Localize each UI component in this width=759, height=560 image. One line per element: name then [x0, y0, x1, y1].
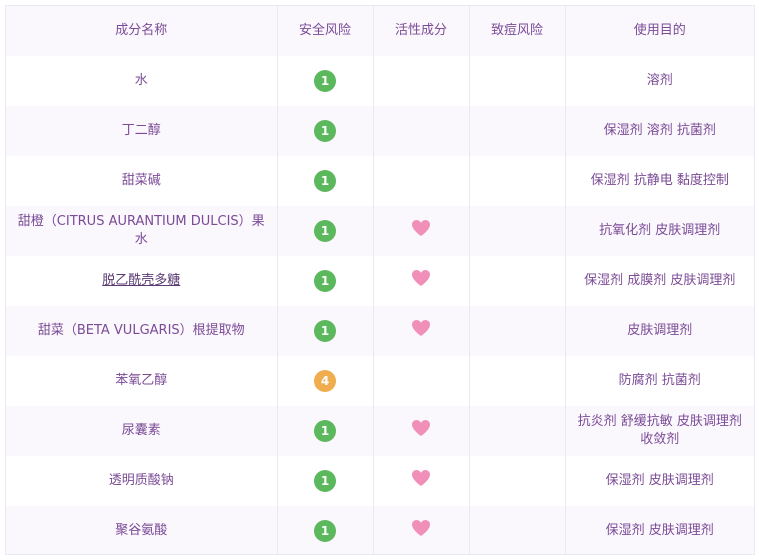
- header-row: 成分名称 安全风险 活性成分 致痘风险 使用目的: [6, 6, 754, 56]
- heart-icon: [411, 469, 431, 487]
- safety-risk-cell: 1: [276, 306, 373, 356]
- heart-icon: [411, 519, 431, 537]
- acne-risk-cell: [468, 56, 565, 106]
- table-row: 脱乙酰壳多糖 1 保湿剂 成膜剂 皮肤调理剂: [6, 256, 754, 306]
- safety-risk-badge: 1: [314, 70, 336, 92]
- safety-risk-badge: 1: [314, 170, 336, 192]
- acne-risk-cell: [468, 456, 565, 506]
- header-safety-risk: 安全风险: [276, 6, 373, 56]
- ingredient-name-cell: 丁二醇: [6, 106, 277, 156]
- heart-icon: [411, 269, 431, 287]
- safety-risk-cell: 1: [276, 156, 373, 206]
- table-body: 水 1 溶剂 丁二醇 1 保湿剂 溶剂 抗菌剂 甜菜碱 1 保湿剂 抗静电 黏度控制 甜橙（CIT…: [6, 56, 754, 554]
- ingredient-name-cell: 尿囊素: [6, 406, 277, 456]
- purpose-cell: 保湿剂 皮肤调理剂: [564, 456, 754, 506]
- table-row: 水 1 溶剂: [6, 56, 754, 106]
- safety-risk-cell: 1: [276, 206, 373, 256]
- safety-risk-badge: 1: [314, 420, 336, 442]
- safety-risk-cell: 1: [276, 456, 373, 506]
- ingredient-name: 尿囊素: [121, 423, 161, 438]
- acne-risk-cell: [468, 256, 565, 306]
- table-row: 透明质酸钠 1 保湿剂 皮肤调理剂: [6, 456, 754, 506]
- ingredient-name-cell: 甜菜碱: [6, 156, 277, 206]
- purpose-cell: 保湿剂 溶剂 抗菌剂: [564, 106, 754, 156]
- safety-risk-cell: 1: [276, 406, 373, 456]
- ingredient-name-cell: 水: [6, 56, 277, 106]
- table-header: 成分名称 安全风险 活性成分 致痘风险 使用目的: [6, 6, 754, 56]
- active-ingredient-cell: [372, 356, 469, 406]
- purpose-cell: 保湿剂 抗静电 黏度控制: [564, 156, 754, 206]
- table-row: 甜菜（BETA VULGARIS）根提取物 1 皮肤调理剂: [6, 306, 754, 356]
- ingredient-name-cell: 苯氧乙醇: [6, 356, 277, 406]
- ingredient-name-link[interactable]: 脱乙酰壳多糖: [102, 273, 180, 288]
- heart-icon: [411, 419, 431, 437]
- safety-risk-badge: 1: [314, 470, 336, 492]
- active-ingredient-cell: [372, 106, 469, 156]
- ingredient-name: 甜菜（BETA VULGARIS）根提取物: [37, 323, 245, 338]
- safety-risk-cell: 1: [276, 106, 373, 156]
- purpose-cell: 皮肤调理剂: [564, 306, 754, 356]
- ingredient-name: 苯氧乙醇: [115, 373, 168, 388]
- safety-risk-badge: 4: [314, 370, 336, 392]
- ingredient-table: 成分名称 安全风险 活性成分 致痘风险 使用目的 水 1 溶剂丁二醇 1 保湿剂 溶剂 …: [6, 6, 754, 554]
- table-row: 甜菜碱 1 保湿剂 抗静电 黏度控制: [6, 156, 754, 206]
- acne-risk-cell: [468, 406, 565, 456]
- acne-risk-cell: [468, 156, 565, 206]
- table-row: 苯氧乙醇 4 防腐剂 抗菌剂: [6, 356, 754, 406]
- active-ingredient-cell: [372, 456, 469, 506]
- safety-risk-cell: 1: [276, 56, 373, 106]
- acne-risk-cell: [468, 206, 565, 256]
- ingredient-name: 聚谷氨酸: [115, 523, 168, 538]
- purpose-cell: 抗氧化剂 皮肤调理剂: [564, 206, 754, 256]
- active-ingredient-cell: [372, 256, 469, 306]
- active-ingredient-cell: [372, 156, 469, 206]
- acne-risk-cell: [468, 356, 565, 406]
- table-row: 甜橙（CITRUS AURANTIUM DULCIS）果水 1 抗氧化剂 皮肤调理剂: [6, 206, 754, 256]
- active-ingredient-cell: [372, 306, 469, 356]
- purpose-cell: 保湿剂 成膜剂 皮肤调理剂: [564, 256, 754, 306]
- acne-risk-cell: [468, 506, 565, 554]
- header-ingredient-name: 成分名称: [6, 6, 277, 56]
- purpose-cell: 保湿剂 皮肤调理剂: [564, 506, 754, 554]
- ingredient-name-cell: 透明质酸钠: [6, 456, 277, 506]
- ingredient-name: 甜橙（CITRUS AURANTIUM DULCIS）果水: [17, 214, 265, 247]
- purpose-cell: 抗炎剂 舒缓抗敏 皮肤调理剂 收敛剂: [564, 406, 754, 456]
- safety-risk-badge: 1: [314, 120, 336, 142]
- table-row: 聚谷氨酸 1 保湿剂 皮肤调理剂: [6, 506, 754, 554]
- ingredient-name-cell: 甜菜（BETA VULGARIS）根提取物: [6, 306, 277, 356]
- purpose-cell: 溶剂: [564, 56, 754, 106]
- safety-risk-cell: 1: [276, 256, 373, 306]
- header-acne-risk: 致痘风险: [468, 6, 565, 56]
- safety-risk-cell: 1: [276, 506, 373, 554]
- active-ingredient-cell: [372, 56, 469, 106]
- header-purpose: 使用目的: [564, 6, 754, 56]
- acne-risk-cell: [468, 106, 565, 156]
- safety-risk-badge: 1: [314, 270, 336, 292]
- safety-risk-badge: 1: [314, 320, 336, 342]
- ingredient-name-cell: 甜橙（CITRUS AURANTIUM DULCIS）果水: [6, 206, 277, 256]
- ingredient-name-cell: 聚谷氨酸: [6, 506, 277, 554]
- purpose-cell: 防腐剂 抗菌剂: [564, 356, 754, 406]
- ingredient-name-cell: 脱乙酰壳多糖: [6, 256, 277, 306]
- ingredient-table-container: 成分名称 安全风险 活性成分 致痘风险 使用目的 水 1 溶剂丁二醇 1 保湿剂 溶剂 …: [5, 5, 755, 555]
- acne-risk-cell: [468, 306, 565, 356]
- heart-icon: [411, 319, 431, 337]
- safety-risk-badge: 1: [314, 520, 336, 542]
- heart-icon: [411, 219, 431, 237]
- ingredient-name: 甜菜碱: [121, 173, 161, 188]
- ingredient-name: 丁二醇: [121, 123, 161, 138]
- ingredient-name: 水: [134, 73, 148, 88]
- table-row: 丁二醇 1 保湿剂 溶剂 抗菌剂: [6, 106, 754, 156]
- active-ingredient-cell: [372, 206, 469, 256]
- table-row: 尿囊素 1 抗炎剂 舒缓抗敏 皮肤调理剂 收敛剂: [6, 406, 754, 456]
- safety-risk-badge: 1: [314, 220, 336, 242]
- ingredient-name: 透明质酸钠: [108, 473, 174, 488]
- active-ingredient-cell: [372, 406, 469, 456]
- active-ingredient-cell: [372, 506, 469, 554]
- header-active-ingredient: 活性成分: [372, 6, 469, 56]
- safety-risk-cell: 4: [276, 356, 373, 406]
